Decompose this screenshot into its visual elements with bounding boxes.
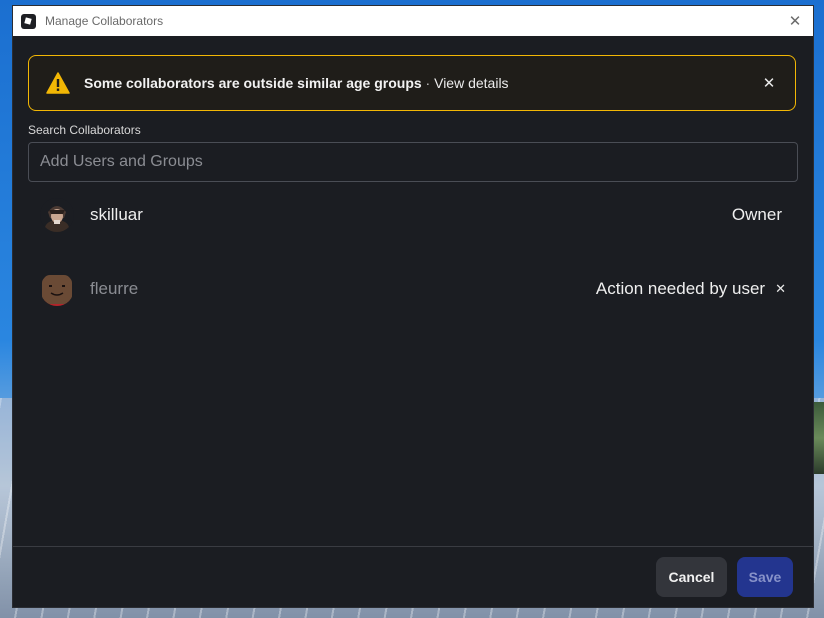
collaborator-row: skilluar Owner <box>28 193 798 237</box>
view-details-link[interactable]: View details <box>434 75 508 91</box>
banner-dismiss-button[interactable]: ✕ <box>761 74 777 92</box>
title-bar: Manage Collaborators ✕ <box>13 6 813 36</box>
collaborator-role: Action needed by user ✕ <box>596 279 786 299</box>
avatar-skilluar-icon <box>40 198 74 232</box>
avatar <box>40 272 74 306</box>
banner-text: Some collaborators are outside similar a… <box>84 75 509 91</box>
collaborator-name: skilluar <box>90 205 143 224</box>
collaborator-name: fleurre <box>90 279 139 298</box>
warning-icon <box>46 72 70 94</box>
footer-divider <box>13 546 813 547</box>
avatar <box>40 198 74 232</box>
collaborator-role: Owner <box>732 205 782 225</box>
search-input[interactable] <box>28 142 798 182</box>
banner-message: Some collaborators are outside similar a… <box>84 75 422 91</box>
window-title: Manage Collaborators <box>45 14 164 28</box>
search-label: Search Collaborators <box>28 123 141 137</box>
banner-separator: · <box>425 75 431 91</box>
save-button[interactable]: Save <box>737 557 793 597</box>
app-logo-icon <box>21 13 36 29</box>
role-text: Owner <box>731 205 782 224</box>
avatar-fleurre-icon <box>40 272 74 306</box>
cancel-button[interactable]: Cancel <box>656 557 727 597</box>
age-group-warning-banner: Some collaborators are outside similar a… <box>28 55 796 111</box>
manage-collaborators-dialog: Manage Collaborators ✕ Some collaborator… <box>13 6 813 607</box>
window-close-button[interactable]: ✕ <box>785 11 805 31</box>
remove-collaborator-button[interactable]: ✕ <box>775 282 786 297</box>
role-text: Action needed by user <box>595 279 766 298</box>
collaborator-row: fleurre Action needed by user ✕ <box>28 267 798 311</box>
